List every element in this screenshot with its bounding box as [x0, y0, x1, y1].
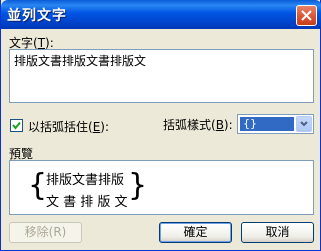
bracket-style-select[interactable]: {} — [237, 114, 314, 134]
preview-line-1: 排版文書排版 — [46, 173, 125, 188]
dialog-window: 並列文字 文字(T): 排版文書排版文書排版文 以括弧括住(E): 括弧樣式(B… — [0, 0, 321, 251]
chevron-down-icon — [300, 121, 308, 127]
check-icon — [12, 121, 21, 130]
preview-open-brace: { — [28, 168, 48, 203]
cancel-button[interactable]: 取消 — [241, 222, 314, 243]
remove-button[interactable]: 移除(R) — [9, 222, 82, 243]
ok-button[interactable]: 確定 — [159, 222, 232, 243]
preview-box: { 排版文書排版 文 書 排 版 文 } — [9, 160, 314, 215]
close-icon — [301, 10, 312, 21]
text-value: 排版文書排版文書排版文 — [14, 54, 147, 68]
dropdown-button[interactable] — [296, 116, 312, 132]
bracket-style-value: {} — [240, 117, 294, 131]
dialog-title: 並列文字 — [7, 8, 67, 24]
preview-line-2: 文 書 排 版 文 — [46, 195, 128, 210]
text-input[interactable]: 排版文書排版文書排版文 — [9, 49, 314, 103]
checkbox-label[interactable]: 以括弧括住(E): — [28, 118, 109, 135]
close-button[interactable] — [296, 5, 317, 26]
bracket-style-label: 括弧樣式(B): — [163, 118, 233, 132]
title-bar[interactable]: 並列文字 — [1, 0, 321, 29]
preview-close-brace: } — [128, 168, 148, 203]
bracket-checkbox[interactable] — [10, 119, 23, 132]
